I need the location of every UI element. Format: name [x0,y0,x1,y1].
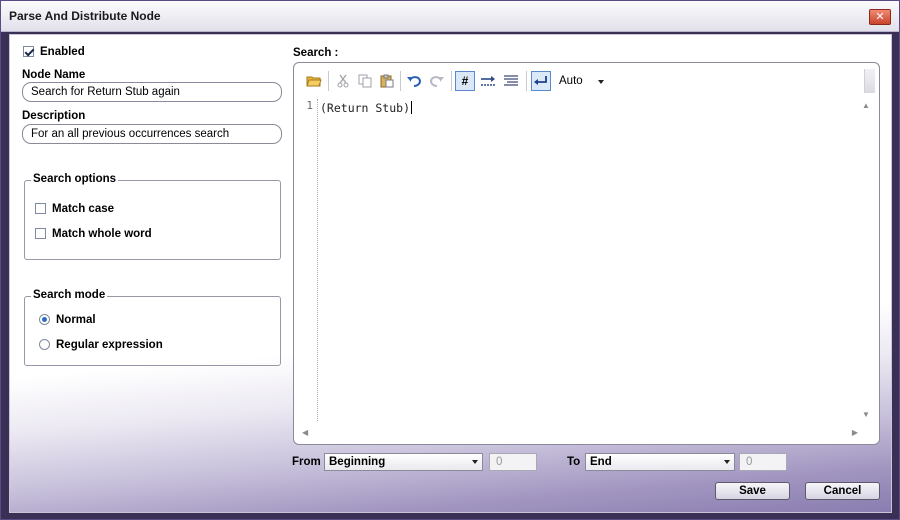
close-button[interactable]: ✕ [869,9,891,25]
from-select-value: Beginning [329,456,386,468]
normal-label: Normal [56,314,96,326]
tab-icon[interactable] [479,71,499,91]
search-options-group: Search options Match case Match whole wo… [24,173,281,260]
regular-expression-label: Regular expression [56,339,163,351]
scroll-down-icon[interactable]: ▼ [859,410,873,419]
cut-icon[interactable] [333,71,353,91]
search-options-title: Search options [31,173,119,185]
match-whole-word-checkbox[interactable] [35,228,47,240]
text-caret [411,101,413,114]
indent-icon[interactable] [502,71,522,91]
node-name-input[interactable]: Search for Return Stub again [22,82,282,102]
checkbox-box [35,228,46,239]
title-bar: Parse And Distribute Node ✕ [1,1,899,32]
toolbar-separator [451,71,452,91]
from-label: From [292,456,321,468]
wrap-mode-value[interactable]: Auto [559,75,583,87]
cancel-button[interactable]: Cancel [805,482,880,500]
redo-icon[interactable] [427,71,447,91]
regular-expression-radio[interactable] [39,339,51,351]
code-line[interactable]: (Return Stub) [320,101,413,115]
toolbar-separator [400,71,401,91]
to-select-value: End [590,456,612,468]
search-mode-title: Search mode [31,289,108,301]
description-input[interactable]: For an all previous occurrences search [22,124,282,144]
save-button[interactable]: Save [715,482,790,500]
scroll-up-icon[interactable]: ▲ [859,101,873,110]
dialog-window: Parse And Distribute Node ✕ Enabled Node… [0,0,900,520]
enabled-label: Enabled [40,46,85,58]
chevron-down-icon[interactable] [598,80,604,84]
to-label: To [567,456,581,468]
toolbar-separator [328,71,329,91]
match-whole-word-label: Match whole word [52,228,152,240]
code-text: (Return Stub) [320,101,411,115]
window-title: Parse And Distribute Node [9,9,161,23]
horizontal-scrollbar[interactable]: ◀ ▶ [302,428,858,440]
copy-icon[interactable] [355,71,375,91]
line-number-gutter: 1 [294,99,318,421]
search-mode-group: Search mode Normal Regular expression [24,289,281,366]
undo-icon[interactable] [404,71,424,91]
toolbar-overflow[interactable] [864,69,875,93]
editor-toolbar: # Auto [296,67,856,95]
paste-icon[interactable] [377,71,397,91]
radio-dot [39,314,50,325]
search-label: Search : [293,47,339,59]
vertical-scrollbar[interactable]: ▲ ▼ [859,99,873,419]
checkbox-box [35,203,46,214]
from-select[interactable]: Beginning [324,453,483,471]
scroll-left-icon[interactable]: ◀ [302,428,308,437]
open-folder-icon[interactable] [304,71,324,91]
dialog-content: Enabled Node Name Search for Return Stub… [9,34,892,513]
radio-dot [39,339,50,350]
node-name-label: Node Name [22,69,86,81]
scroll-right-icon[interactable]: ▶ [852,428,858,437]
match-case-checkbox[interactable] [35,203,47,215]
word-wrap-icon[interactable] [531,71,551,91]
description-label: Description [22,110,86,122]
line-numbers-icon[interactable]: # [455,71,475,91]
line-number: 1 [306,99,313,112]
chevron-down-icon [472,460,478,464]
normal-radio[interactable] [39,314,51,326]
check-icon [23,46,34,57]
match-case-label: Match case [52,203,115,215]
to-offset-input[interactable]: 0 [739,453,787,471]
from-offset-input[interactable]: 0 [489,453,537,471]
chevron-down-icon [724,460,730,464]
toolbar-separator [526,71,527,91]
search-editor[interactable]: # Auto 1 (Return Stub) ▲ ▼ ◀ ▶ [293,62,880,445]
enabled-checkbox[interactable] [23,46,35,58]
to-select[interactable]: End [585,453,735,471]
